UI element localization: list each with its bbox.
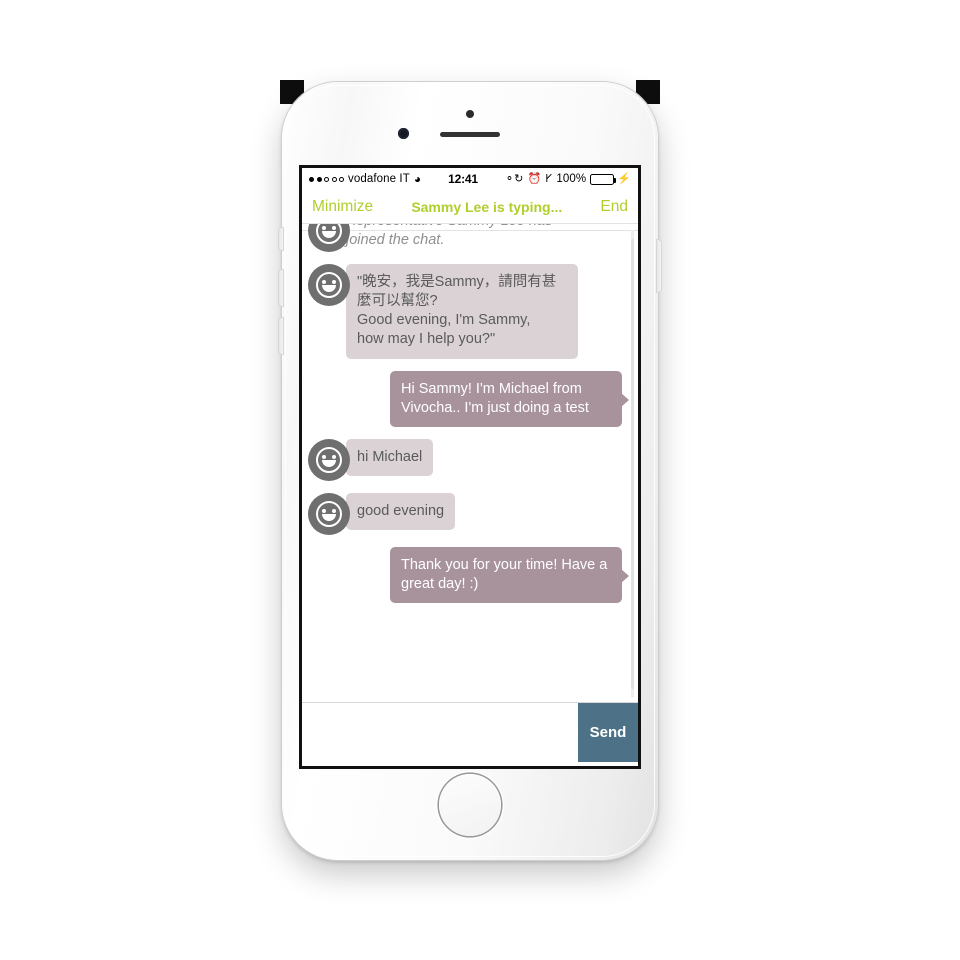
status-bar-left: vodafone IT ◕ — [309, 173, 421, 185]
alarm-clock-icon: ⏰ — [527, 172, 542, 185]
chat-toolbar: Minimize Sammy Lee is typing... End — [302, 190, 638, 224]
system-message-text: Representative Sammy Lee has joined the … — [346, 224, 552, 249]
agent-message-bubble: hi Michael — [346, 438, 434, 476]
wifi-icon: ◕ — [413, 172, 422, 186]
user-message-bubble: Hi Sammy! I'm Michael from Vivocha.. I'm… — [390, 370, 629, 427]
typing-status-label: Sammy Lee is typing... — [411, 198, 563, 215]
status-bar-right: ⚬↻ ⏰ 𐌖 100% ⚡ — [505, 173, 631, 185]
rotation-lock-icon: ⚬↻ — [504, 172, 524, 185]
messages-area[interactable]: Representative Sammy Lee has joined the … — [302, 224, 638, 702]
message-row: Thank you for your time! Have a great da… — [308, 546, 632, 603]
user-message-bubble: Thank you for your time! Have a great da… — [390, 546, 629, 603]
home-button[interactable] — [439, 774, 501, 836]
messages-list: Representative Sammy Lee has joined the … — [308, 224, 632, 603]
carrier-label: vodafone IT — [348, 173, 410, 185]
front-camera-icon — [398, 128, 409, 139]
corner-mark-top-right — [636, 80, 660, 104]
agent-avatar — [308, 438, 350, 481]
volume-up-button[interactable] — [279, 270, 283, 306]
power-button[interactable] — [657, 240, 661, 292]
iphone-device: vodafone IT ◕ 12:41 ⚬↻ ⏰ 𐌖 100% ⚡ Minimi… — [279, 80, 661, 860]
phone-screen: vodafone IT ◕ 12:41 ⚬↻ ⏰ 𐌖 100% ⚡ Minimi… — [302, 168, 638, 766]
agent-message-bubble: "晚安，我是Sammy，請問有甚麼可以幫您? Good evening, I'm… — [346, 264, 578, 359]
status-bar-time: 12:41 — [448, 172, 478, 186]
status-bar: vodafone IT ◕ 12:41 ⚬↻ ⏰ 𐌖 100% ⚡ — [302, 168, 638, 190]
volume-down-button[interactable] — [279, 318, 283, 354]
composer-bar: Send — [302, 702, 638, 762]
battery-percent-label: 100% — [556, 173, 587, 185]
corner-mark-top-left — [280, 80, 304, 104]
minimize-button[interactable]: Minimize — [312, 198, 373, 216]
message-row: hi Michael — [308, 438, 632, 481]
charging-bolt-icon: ⚡ — [617, 172, 631, 185]
agent-avatar — [308, 264, 350, 306]
cellular-signal-icon — [309, 176, 344, 182]
message-row: Representative Sammy Lee has joined the … — [308, 224, 632, 252]
mute-switch[interactable] — [279, 228, 283, 250]
message-row: "晚安，我是Sammy，請問有甚麼可以幫您? Good evening, I'm… — [308, 264, 632, 359]
end-chat-button[interactable]: End — [600, 198, 628, 216]
earpiece-speaker — [440, 132, 500, 137]
agent-avatar — [308, 492, 350, 535]
agent-avatar — [308, 224, 350, 252]
agent-message-bubble: good evening — [346, 492, 456, 530]
messages-scrollbar-thumb[interactable] — [631, 239, 634, 689]
send-button[interactable]: Send — [578, 703, 638, 762]
bluetooth-icon: 𐌖 — [545, 172, 553, 185]
battery-icon — [590, 173, 617, 185]
message-row: good evening — [308, 492, 632, 535]
proximity-sensor-icon — [466, 110, 474, 118]
message-row: Hi Sammy! I'm Michael from Vivocha.. I'm… — [308, 370, 632, 427]
message-input[interactable] — [302, 703, 578, 762]
messages-scrollbar[interactable] — [631, 230, 634, 698]
